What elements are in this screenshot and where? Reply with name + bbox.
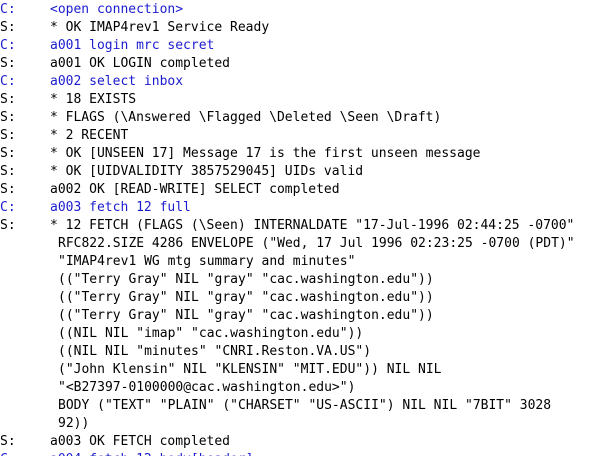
server-line: (("Terry Gray" NIL "gray" "cac.washingto… [0, 289, 603, 307]
server-line: "IMAP4rev1 WG mtg summary and minutes" [0, 253, 603, 271]
line-text: a002 select inbox [50, 74, 184, 89]
line-text: ((NIL NIL "imap" "cac.washington.edu")) [58, 326, 364, 341]
server-line: (("Terry Gray" NIL "gray" "cac.washingto… [0, 307, 603, 325]
line-text: * FLAGS (\Answered \Flagged \Deleted \Se… [50, 110, 442, 125]
server-line: 92)) [0, 415, 603, 433]
client-line: C: a003 fetch 12 full [0, 199, 603, 217]
line-text: a001 OK LOGIN completed [50, 56, 231, 71]
line-prefix: S: [0, 218, 16, 233]
line-text: <open connection> [50, 2, 184, 17]
line-text: RFC822.SIZE 4286 ENVELOPE ("Wed, 17 Jul … [58, 236, 575, 251]
client-line: C: a002 select inbox [0, 73, 603, 91]
line-prefix: S: [0, 110, 16, 125]
line-text: * OK [UIDVALIDITY 3857529045] UIDs valid [50, 164, 364, 179]
line-text: a001 login mrc secret [50, 38, 215, 53]
line-text: (("Terry Gray" NIL "gray" "cac.washingto… [58, 308, 434, 323]
line-prefix: S: [0, 56, 16, 71]
server-line: (("Terry Gray" NIL "gray" "cac.washingto… [0, 271, 603, 289]
line-text: (("Terry Gray" NIL "gray" "cac.washingto… [58, 272, 434, 287]
line-text: (("Terry Gray" NIL "gray" "cac.washingto… [58, 290, 434, 305]
line-text: ("John Klensin" NIL "KLENSIN" "MIT.EDU")… [58, 362, 442, 377]
server-line: ((NIL NIL "minutes" "CNRI.Reston.VA.US") [0, 343, 603, 361]
client-line: C: a001 login mrc secret [0, 37, 603, 55]
line-text: BODY ("TEXT" "PLAIN" ("CHARSET" "US-ASCI… [58, 398, 552, 413]
server-line: RFC822.SIZE 4286 ENVELOPE ("Wed, 17 Jul … [0, 235, 603, 253]
server-line: S: * OK [UIDVALIDITY 3857529045] UIDs val… [0, 163, 603, 181]
line-text: * 12 FETCH (FLAGS (\Seen) INTERNALDATE "… [50, 218, 575, 233]
client-line: C: <open connection> [0, 1, 603, 19]
server-line: ("John Klensin" NIL "KLENSIN" "MIT.EDU")… [0, 361, 603, 379]
line-text: 92)) [58, 416, 90, 431]
line-prefix: S: [0, 20, 16, 35]
line-prefix: S: [0, 128, 16, 143]
server-line: S: * OK IMAP4rev1 Service Ready [0, 19, 603, 37]
line-prefix: C: [0, 451, 16, 456]
server-line: S: a001 OK LOGIN completed [0, 55, 603, 73]
line-text: ((NIL NIL "minutes" "CNRI.Reston.VA.US") [58, 344, 372, 359]
line-text: * OK [UNSEEN 17] Message 17 is the first… [50, 146, 481, 161]
imap-transcript: C: <open connection> S: * OK IMAP4rev1 Serv… [0, 0, 603, 456]
line-text: a004 fetch 12 body[header] [50, 451, 254, 456]
server-line: S: * 2 RECENT [0, 127, 603, 145]
server-line: BODY ("TEXT" "PLAIN" ("CHARSET" "US-ASCI… [0, 397, 603, 415]
server-line: ((NIL NIL "imap" "cac.washington.edu")) [0, 325, 603, 343]
line-prefix: C: [0, 38, 16, 53]
line-text: * 18 EXISTS [50, 92, 137, 107]
server-line: S: * FLAGS (\Answered \Flagged \Deleted \… [0, 109, 603, 127]
line-prefix: S: [0, 92, 16, 107]
line-prefix: S: [0, 146, 16, 161]
line-text: * OK IMAP4rev1 Service Ready [50, 20, 270, 35]
server-line: "<B27397-0100000@cac.washington.edu>") [0, 379, 603, 397]
server-line: S: * OK [UNSEEN 17] Message 17 is the fir… [0, 145, 603, 163]
server-line: S: a002 OK [READ-WRITE] SELECT completed [0, 181, 603, 199]
line-text: * 2 RECENT [50, 128, 129, 143]
line-prefix: S: [0, 434, 16, 449]
line-prefix: C: [0, 200, 16, 215]
line-prefix: C: [0, 2, 16, 17]
line-text: "IMAP4rev1 WG mtg summary and minutes" [58, 254, 356, 269]
server-line: S: * 18 EXISTS [0, 91, 603, 109]
server-line: S: * 12 FETCH (FLAGS (\Seen) INTERNALDATE… [0, 217, 603, 235]
line-text: "<B27397-0100000@cac.washington.edu>") [58, 380, 356, 395]
line-text: a003 OK FETCH completed [50, 434, 231, 449]
line-prefix: S: [0, 182, 16, 197]
line-text: a003 fetch 12 full [50, 200, 191, 215]
server-line: S: a003 OK FETCH completed [0, 433, 603, 451]
client-line: C: a004 fetch 12 body[header] [0, 451, 603, 456]
line-prefix: C: [0, 74, 16, 89]
line-prefix: S: [0, 164, 16, 179]
line-text: a002 OK [READ-WRITE] SELECT completed [50, 182, 340, 197]
